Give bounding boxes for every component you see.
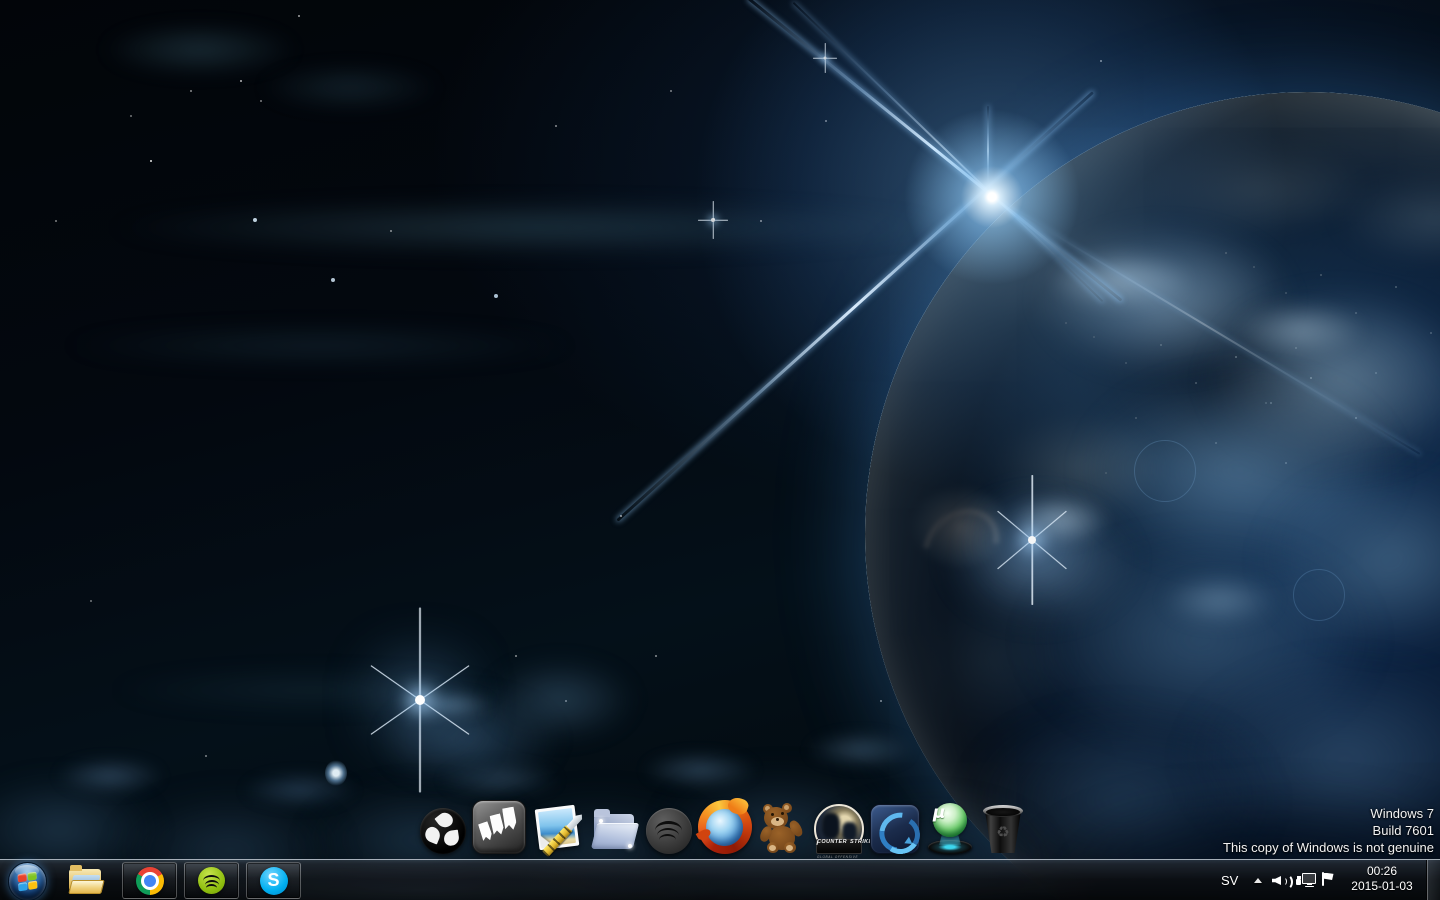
start-button[interactable] <box>8 862 47 900</box>
desktop: Windows 7 Build 7601 This copy of Window… <box>0 0 1440 900</box>
language-indicator[interactable]: SV <box>1221 873 1238 888</box>
dock: COUNTER STRIKE GLOBAL OFFENSIVE µ ♻ <box>420 795 1026 861</box>
csgo-banner-text-counter: COUNTER <box>817 839 847 845</box>
skype-icon: S <box>259 866 288 895</box>
show-hidden-icons-chevron-icon[interactable] <box>1254 878 1262 883</box>
taskbar-clock[interactable]: 00:26 2015-01-03 <box>1348 864 1416 896</box>
dock-item-battle-net-icon[interactable] <box>870 804 928 861</box>
utorrent-mu-glyph: µ <box>933 803 967 837</box>
spotify-icon <box>198 867 225 894</box>
recycle-symbol: ♻ <box>996 823 1010 841</box>
taskbar-item-skype[interactable]: S <box>246 862 301 899</box>
dock-item-spotify-icon[interactable] <box>646 808 692 854</box>
dock-item-obs-icon[interactable] <box>420 808 466 854</box>
taskbar-item-explorer[interactable] <box>66 864 106 898</box>
clock-time: 00:26 <box>1366 864 1398 878</box>
taskbar-item-spotify[interactable] <box>184 862 239 899</box>
dock-item-folder-icon[interactable] <box>590 806 640 854</box>
watermark-line-2: Build 7601 <box>1372 823 1434 838</box>
clock-date: 2015-01-03 <box>1351 879 1413 893</box>
genuine-watermark: Windows 7 Build 7601 This copy of Window… <box>1223 805 1434 856</box>
sparkle-glow <box>325 760 347 786</box>
wallpaper-space-earth <box>0 0 1440 900</box>
sun-flare-core <box>892 97 1092 297</box>
dock-item-grey-sails-app-icon[interactable] <box>472 800 526 854</box>
taskbar: S SV 00:26 2015-01-03 <box>0 859 1440 900</box>
show-desktop-button[interactable] <box>1426 860 1440 900</box>
action-center-flag-icon[interactable] <box>1320 872 1340 889</box>
dock-item-teddy-bear-icon[interactable] <box>758 803 808 854</box>
watermark-line-1: Windows 7 <box>1370 806 1434 821</box>
watermark-line-3: This copy of Windows is not genuine <box>1223 840 1434 855</box>
dock-item-utorrent-icon[interactable]: µ <box>926 802 974 854</box>
taskbar-item-chrome[interactable] <box>122 862 177 899</box>
chrome-icon <box>135 866 164 895</box>
network-icon[interactable] <box>1296 872 1316 889</box>
volume-icon[interactable] <box>1272 872 1293 890</box>
explorer-folder-front <box>68 880 105 894</box>
windows-flag-icon <box>17 871 38 892</box>
dock-item-image-editor-icon[interactable] <box>532 804 584 858</box>
dock-item-firefox-icon[interactable] <box>695 795 752 854</box>
dock-item-recycle-bin-icon[interactable]: ♻ <box>980 804 1026 854</box>
dock-item-counter-strike-icon[interactable]: COUNTER STRIKE GLOBAL OFFENSIVE <box>814 804 872 859</box>
